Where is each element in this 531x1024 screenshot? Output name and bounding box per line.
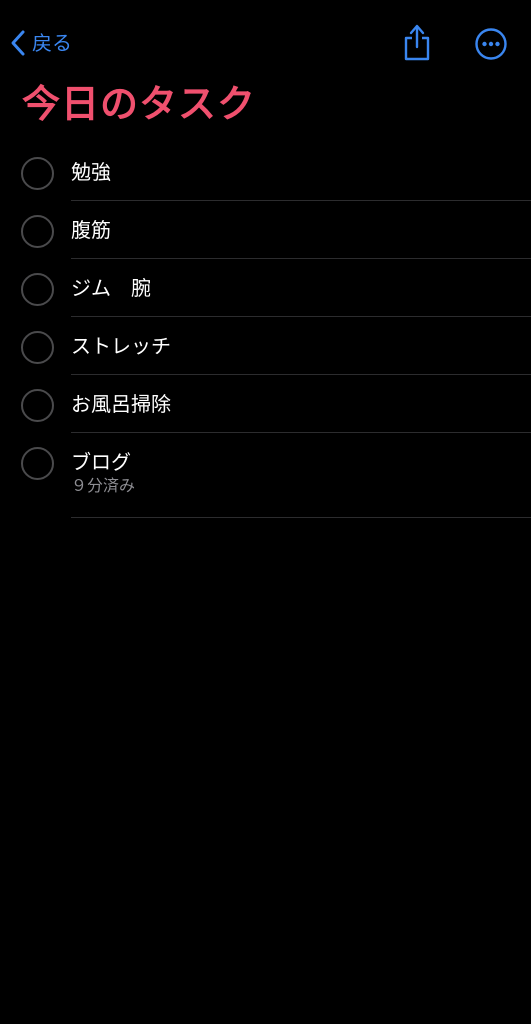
back-label: 戻る bbox=[32, 31, 72, 55]
completion-circle-icon[interactable] bbox=[21, 331, 54, 364]
task-title[interactable]: 腹筋 bbox=[71, 215, 111, 245]
chevron-left-icon bbox=[10, 29, 26, 57]
completion-circle-icon[interactable] bbox=[21, 273, 54, 306]
task-row[interactable]: ストレッチ bbox=[0, 317, 531, 375]
ellipsis-circle-icon bbox=[474, 28, 508, 65]
task-title[interactable]: ストレッチ bbox=[71, 331, 171, 361]
share-button[interactable] bbox=[401, 23, 433, 63]
navigation-bar: 戻る bbox=[0, 0, 531, 80]
task-title[interactable]: お風呂掃除 bbox=[71, 389, 171, 419]
task-row[interactable]: ジム 腕 bbox=[0, 259, 531, 317]
task-row[interactable]: お風呂掃除 bbox=[0, 375, 531, 433]
completion-circle-icon[interactable] bbox=[21, 215, 54, 248]
completion-circle-icon[interactable] bbox=[21, 157, 54, 190]
list-title: 今日のタスク bbox=[22, 82, 257, 126]
share-icon bbox=[401, 24, 433, 67]
completion-circle-icon[interactable] bbox=[21, 447, 54, 480]
row-separator bbox=[71, 517, 531, 518]
task-row[interactable]: ブログ ９分済み bbox=[0, 433, 531, 518]
task-note: ９分済み bbox=[71, 476, 136, 495]
task-list: 勉強 腹筋 ジム 腕 ストレッチ お風呂掃除 ブログ ９分済み bbox=[0, 143, 531, 518]
task-row[interactable]: 腹筋 bbox=[0, 201, 531, 259]
back-button[interactable]: 戻る bbox=[10, 26, 72, 60]
task-title[interactable]: ブログ bbox=[71, 447, 131, 477]
task-title[interactable]: 勉強 bbox=[71, 157, 111, 187]
task-row[interactable]: 勉強 bbox=[0, 143, 531, 201]
task-title[interactable]: ジム 腕 bbox=[71, 273, 151, 303]
more-button[interactable] bbox=[474, 27, 508, 61]
completion-circle-icon[interactable] bbox=[21, 389, 54, 422]
